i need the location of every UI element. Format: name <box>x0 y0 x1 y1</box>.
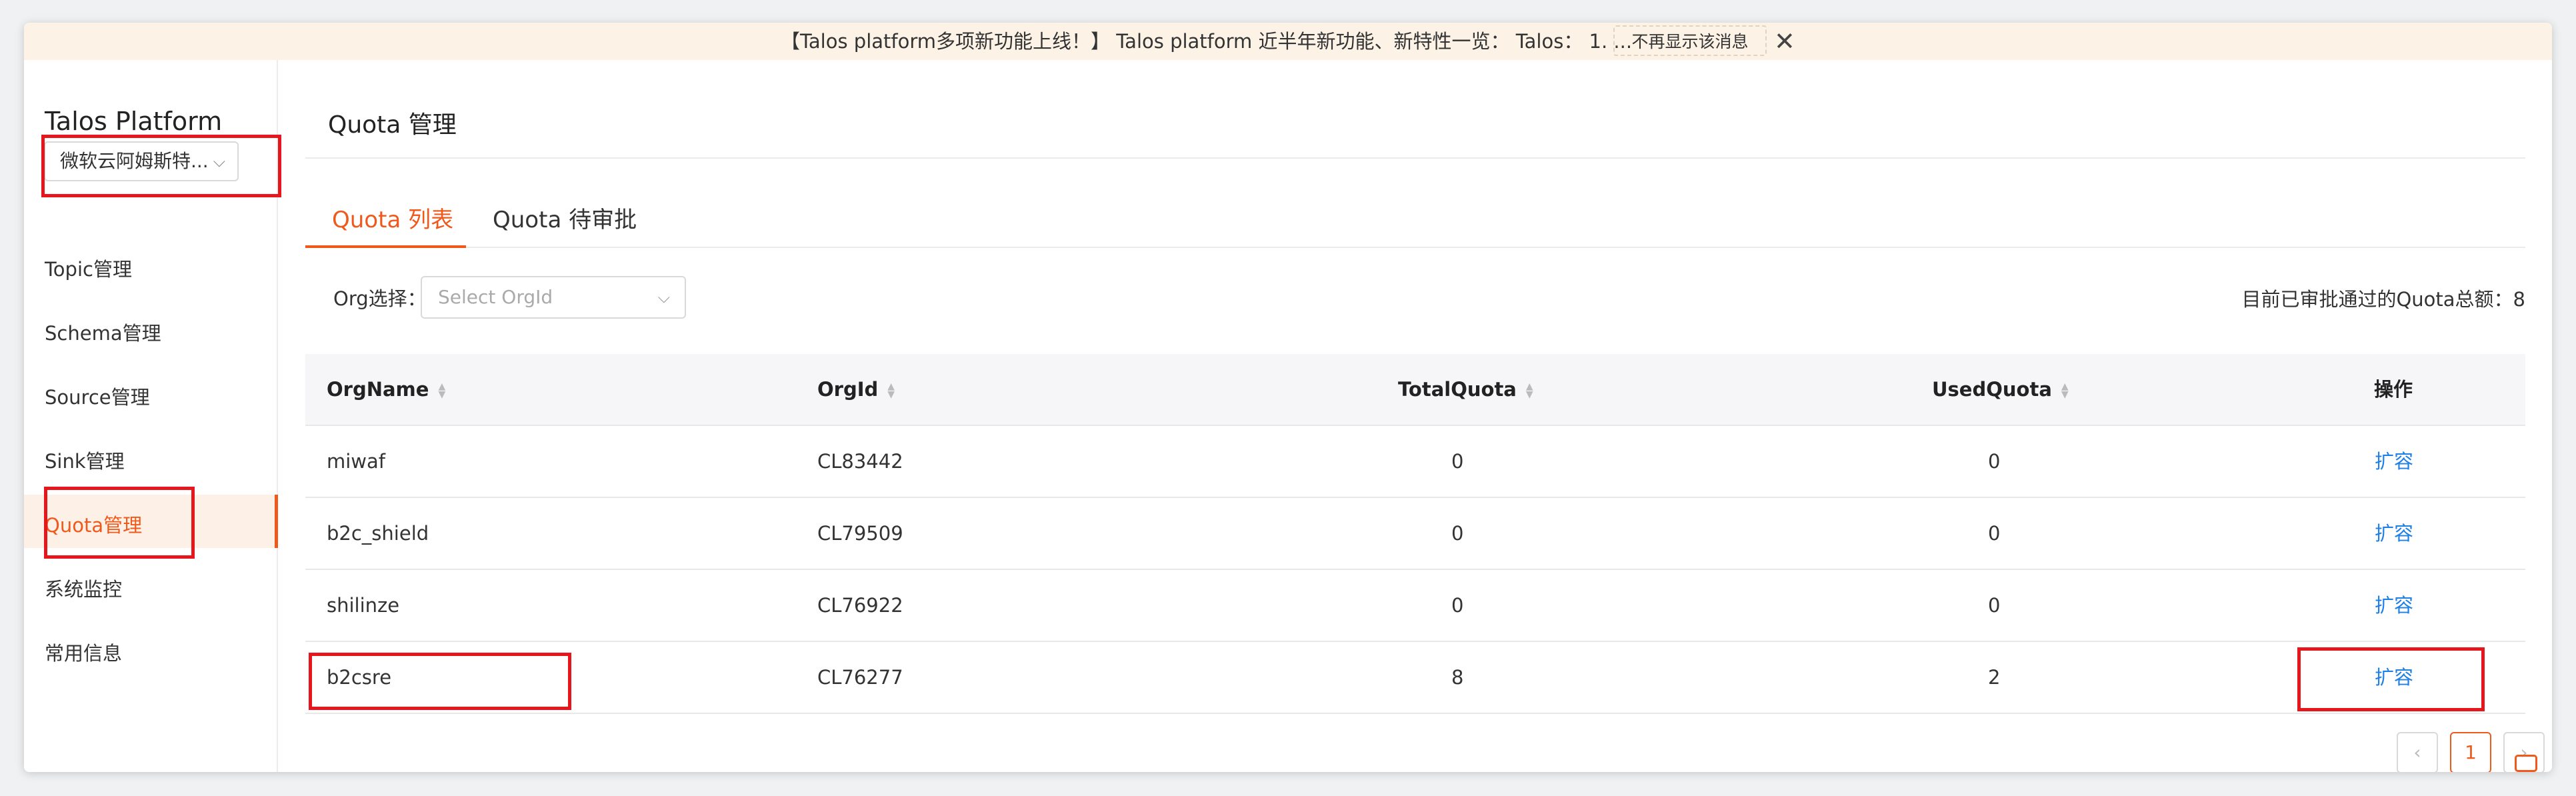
approved-quota-total: 目前已审批通过的Quota总额：8 <box>2241 288 2525 311</box>
org-select-label: Org选择： <box>333 287 427 310</box>
cell-orgname: b2c_shield <box>327 522 429 545</box>
chevron-down-icon: ⌵ <box>657 288 670 307</box>
divider <box>305 157 2525 159</box>
feedback-icon[interactable] <box>2515 755 2537 772</box>
brand-title: Talos Platform <box>45 107 223 136</box>
main-content: Quota 管理 Quota 列表 Quota 待审批 Org选择： Selec… <box>278 60 2552 772</box>
cell-totalquota: 0 <box>1451 450 1464 473</box>
tab-quota-list[interactable]: Quota 列表 <box>332 201 453 234</box>
tabs-divider <box>305 247 2525 248</box>
pagination-page-1[interactable]: 1 <box>2450 732 2491 772</box>
table-header: OrgName ▲ ▼ OrgId ▲ ▼ TotalQuota ▲ ▼ UsedQuota… <box>305 354 2525 426</box>
cell-orgid: CL83442 <box>817 450 903 473</box>
app-window: 【Talos platform多项新功能上线！】 Talos platform … <box>24 23 2552 772</box>
column-header-orgname[interactable]: OrgName ▲ ▼ <box>327 354 445 425</box>
page-title: Quota 管理 <box>328 111 457 139</box>
sort-icon[interactable]: ▲ ▼ <box>2061 382 2069 399</box>
highlight-box-expand <box>2297 647 2485 711</box>
sidebar-item-schema[interactable]: Schema管理 <box>45 318 161 346</box>
cell-orgname: shilinze <box>327 594 400 617</box>
column-header-totalquota[interactable]: TotalQuota ▲ ▼ <box>1398 354 1533 425</box>
notice-banner: 【Talos platform多项新功能上线！】 Talos platform … <box>24 23 2552 60</box>
highlight-box-quota-menu <box>44 487 195 559</box>
dismiss-notice-button[interactable]: 不再显示该消息 <box>1613 25 1767 56</box>
close-icon[interactable]: ✕ <box>1774 23 1795 60</box>
sidebar-item-monitoring[interactable]: 系统监控 <box>45 574 122 602</box>
column-header-actions: 操作 <box>2374 378 2413 401</box>
expand-button[interactable]: 扩容 <box>2375 426 2413 497</box>
table-row: miwaf CL83442 0 0 扩容 <box>305 426 2525 498</box>
notice-text[interactable]: 【Talos platform多项新功能上线！】 Talos platform … <box>781 23 1632 60</box>
cell-orgname: miwaf <box>327 450 386 473</box>
sort-icon[interactable]: ▲ ▼ <box>887 382 895 399</box>
table-row: b2csre CL76277 8 2 扩容 <box>305 642 2525 714</box>
cell-totalquota: 0 <box>1451 522 1464 545</box>
cell-usedquota: 0 <box>1988 594 2001 617</box>
cell-orgid: CL79509 <box>817 522 903 545</box>
column-header-label: OrgId <box>817 378 879 401</box>
expand-button[interactable]: 扩容 <box>2375 498 2413 569</box>
cell-totalquota: 0 <box>1451 594 1464 617</box>
cell-usedquota: 2 <box>1988 666 2001 689</box>
cell-totalquota: 8 <box>1451 666 1464 689</box>
sidebar: Talos Platform 微软云阿姆斯特... ⌵ Topic管理 Sche… <box>24 60 281 772</box>
org-select[interactable]: Select OrgId ⌵ <box>421 276 686 319</box>
highlight-box-orgname <box>309 653 571 710</box>
column-header-label: UsedQuota <box>1932 378 2052 401</box>
sidebar-item-source[interactable]: Source管理 <box>45 382 150 410</box>
active-tab-underline <box>305 245 466 248</box>
tab-quota-pending[interactable]: Quota 待审批 <box>493 201 637 234</box>
cell-usedquota: 0 <box>1988 450 2001 473</box>
column-header-usedquota[interactable]: UsedQuota ▲ ▼ <box>1932 354 2069 425</box>
highlight-box-env-select <box>41 135 281 197</box>
cell-orgid: CL76922 <box>817 594 903 617</box>
sidebar-item-info[interactable]: 常用信息 <box>45 638 122 666</box>
cell-usedquota: 0 <box>1988 522 2001 545</box>
org-select-placeholder: Select OrgId <box>438 286 553 308</box>
table-row: b2c_shield CL79509 0 0 扩容 <box>305 498 2525 570</box>
expand-button[interactable]: 扩容 <box>2375 570 2413 641</box>
sidebar-item-topic[interactable]: Topic管理 <box>45 254 132 282</box>
column-header-label: OrgName <box>327 378 429 401</box>
pagination-prev-button[interactable]: ‹ <box>2397 732 2438 772</box>
cell-orgid: CL76277 <box>817 666 903 689</box>
sidebar-item-sink[interactable]: Sink管理 <box>45 446 125 474</box>
column-header-label: TotalQuota <box>1398 378 1517 401</box>
table-row: shilinze CL76922 0 0 扩容 <box>305 570 2525 642</box>
sort-icon[interactable]: ▲ ▼ <box>1526 382 1533 399</box>
sort-icon[interactable]: ▲ ▼ <box>438 382 445 399</box>
column-header-orgid[interactable]: OrgId ▲ ▼ <box>817 354 895 425</box>
